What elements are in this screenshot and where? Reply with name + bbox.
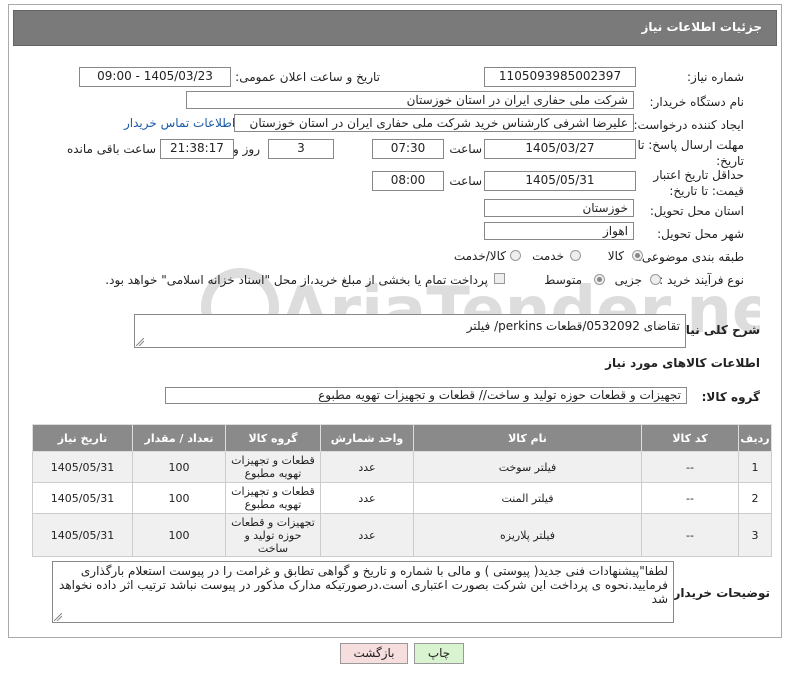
treasury-payment-note: پرداخت تمام یا بخشی از مبلغ خرید،از محل … — [105, 273, 488, 287]
category-service-radio[interactable] — [570, 250, 581, 261]
col-item-code: کد کالا — [641, 424, 739, 452]
province-field: خوزستان — [484, 199, 634, 217]
cell-item-name: فیلتر المنت — [413, 482, 642, 514]
cell-unit: عدد — [320, 513, 414, 557]
cell-item-name: فیلتر پلاریزه — [413, 513, 642, 557]
creator-field: علیرضا اشرفی کارشناس خرید شرکت ملی حفاری… — [234, 114, 634, 132]
cell-quantity: 100 — [132, 513, 226, 557]
validity-time-field: 08:00 — [372, 171, 444, 191]
deadline-label: مهلت ارسال پاسخ: تا تاریخ: — [637, 138, 744, 168]
cell-item-code: -- — [641, 451, 739, 483]
deadline-date-field: 1405/03/27 — [484, 139, 636, 159]
days-remaining-field: 3 — [268, 139, 334, 159]
days-label: روز و — [233, 142, 260, 156]
process-partial-label: جزیی — [614, 273, 642, 287]
buyer-label: نام دستگاه خریدار: — [649, 95, 745, 109]
page-title: جزئیات اطلاعات نیاز — [641, 20, 762, 34]
province-label: استان محل تحویل: — [649, 204, 744, 218]
cell-row-number: 2 — [738, 482, 772, 514]
description-label: شرح کلی نیاز: — [674, 323, 760, 337]
city-field: اهواز — [484, 222, 634, 240]
table-header-row: ردیف کد کالا نام کالا واحد شمارش گروه کا… — [32, 424, 772, 452]
col-need-date: تاریخ نیاز — [32, 424, 133, 452]
cell-quantity: 100 — [132, 451, 226, 483]
process-label: نوع فرآیند خرید : — [659, 273, 744, 287]
cell-row-number: 3 — [738, 513, 772, 557]
cell-group: تجهیزات و قطعات حوزه تولید و ساخت — [225, 513, 321, 557]
category-goods-radio[interactable] — [632, 250, 643, 261]
cell-item-code: -- — [641, 482, 739, 514]
col-quantity: تعداد / مقدار — [132, 424, 226, 452]
category-both-radio[interactable] — [510, 250, 521, 261]
buyer-field: شرکت ملی حفاری ایران در استان خوزستان — [186, 91, 634, 109]
table-row: 1 -- فیلتر سوخت عدد قطعات و تجهیزات تهوی… — [32, 451, 772, 483]
cell-item-name: فیلتر سوخت — [413, 451, 642, 483]
process-medium-label: متوسط — [544, 273, 582, 287]
goods-group-label: گروه کالا: — [701, 390, 760, 404]
buyer-contact-link[interactable]: اطلاعات تماس خریدار — [124, 116, 235, 130]
announce-label: تاریخ و ساعت اعلان عمومی: — [235, 70, 380, 84]
cell-group: قطعات و تجهیزات تهویه مطبوع — [225, 482, 321, 514]
col-item-name: نام کالا — [413, 424, 642, 452]
goods-section-title: اطلاعات کالاهای مورد نیاز — [605, 356, 760, 370]
buyer-notes-field: لطفا"پیشنهادات فنی جدید( پیوستی ) و مالی… — [52, 561, 674, 623]
goods-group-field: تجهیزات و قطعات حوزه تولید و ساخت// قطعا… — [165, 387, 687, 404]
creator-label: ایجاد کننده درخواست: — [633, 118, 744, 132]
goods-table: ردیف کد کالا نام کالا واحد شمارش گروه کا… — [32, 424, 772, 557]
category-goods-label: کالا — [607, 249, 624, 263]
cell-unit: عدد — [320, 451, 414, 483]
need-number-field: 1105093985002397 — [484, 67, 636, 87]
remaining-time-field: 21:38:17 — [160, 139, 234, 159]
category-service-label: خدمت — [532, 249, 564, 263]
cell-need-date: 1405/05/31 — [32, 451, 133, 483]
table-row: 2 -- فیلتر المنت عدد قطعات و تجهیزات تهو… — [32, 482, 772, 514]
category-label: طبقه بندی موضوعی: — [637, 250, 744, 264]
remaining-time-label: ساعت باقی مانده — [66, 142, 156, 156]
table-row: 3 -- فیلتر پلاریزه عدد تجهیزات و قطعات ح… — [32, 513, 772, 557]
validity-date-field: 1405/05/31 — [484, 171, 636, 191]
deadline-time-field: 07:30 — [372, 139, 444, 159]
announce-field: 1405/03/23 - 09:00 — [79, 67, 231, 87]
back-button[interactable]: بازگشت — [340, 643, 408, 664]
treasury-payment-checkbox[interactable] — [494, 273, 505, 284]
validity-time-label: ساعت — [449, 174, 482, 188]
process-partial-radio[interactable] — [650, 274, 661, 285]
print-button[interactable]: چاپ — [414, 643, 464, 664]
city-label: شهر محل تحویل: — [657, 227, 744, 241]
process-medium-radio[interactable] — [594, 274, 605, 285]
category-both-label: کالا/خدمت — [453, 249, 506, 263]
col-row-number: ردیف — [738, 424, 772, 452]
col-unit: واحد شمارش — [320, 424, 414, 452]
description-field: تقاضای 0532092/قطعات perkins/ فیلتر — [134, 314, 686, 348]
need-number-label: شماره نیاز: — [687, 70, 744, 84]
cell-group: قطعات و تجهیزات تهویه مطبوع — [225, 451, 321, 483]
cell-need-date: 1405/05/31 — [32, 482, 133, 514]
resize-grip-icon[interactable] — [54, 613, 62, 621]
cell-quantity: 100 — [132, 482, 226, 514]
validity-label: حداقل تاریخ اعتبار قیمت: تا تاریخ: — [653, 168, 744, 198]
cell-item-code: -- — [641, 513, 739, 557]
cell-unit: عدد — [320, 482, 414, 514]
deadline-time-label: ساعت — [449, 142, 482, 156]
details-title-bar: جزئیات اطلاعات نیاز — [13, 10, 777, 46]
cell-need-date: 1405/05/31 — [32, 513, 133, 557]
buyer-notes-label: توضیحات خریدار: — [668, 586, 770, 600]
cell-row-number: 1 — [738, 451, 772, 483]
col-group: گروه کالا — [225, 424, 321, 452]
resize-grip-icon[interactable] — [136, 338, 144, 346]
